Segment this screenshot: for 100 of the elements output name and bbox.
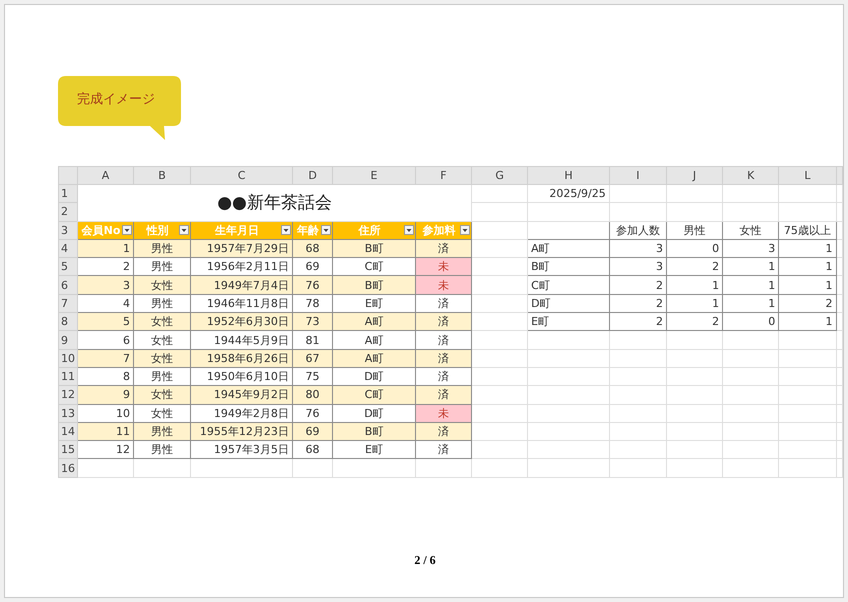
filter-button[interactable] xyxy=(179,225,190,236)
column-letter[interactable]: I xyxy=(609,166,666,184)
row-number[interactable]: 5 xyxy=(58,258,78,276)
table-cell: E町 xyxy=(332,294,416,313)
table-cell: 8 xyxy=(78,367,134,386)
table-cell: 女性 xyxy=(133,312,191,331)
row-number[interactable]: 14 xyxy=(58,422,78,441)
table-cell: 済 xyxy=(415,349,472,368)
header-label: 会員No xyxy=(80,222,122,238)
row-number[interactable]: 4 xyxy=(58,239,78,258)
row-number[interactable]: 6 xyxy=(58,276,78,294)
table-cell: 済 xyxy=(415,330,472,350)
row-number[interactable]: 11 xyxy=(58,367,78,386)
table-cell: 男性 xyxy=(133,422,191,441)
row-number[interactable]: 8 xyxy=(58,312,78,331)
column-letter[interactable]: H xyxy=(528,166,610,184)
row-number[interactable]: 1 xyxy=(58,184,78,203)
table-cell: 1956年2月11日 xyxy=(190,258,292,276)
filter-button[interactable] xyxy=(460,225,470,236)
table-cell: 1944年5月9日 xyxy=(190,330,292,350)
table-cell: 2 xyxy=(609,294,666,313)
table-cell: B町 xyxy=(528,258,610,276)
table-header: 75歳以上 xyxy=(778,221,836,240)
callout-text: 完成イメージ xyxy=(77,91,155,108)
row-number[interactable]: 15 xyxy=(58,440,78,459)
table-cell: 1 xyxy=(722,294,779,313)
table-cell: 1 xyxy=(666,294,723,313)
table-cell: 済 xyxy=(415,440,472,459)
table-cell: E町 xyxy=(332,440,416,459)
row-number[interactable]: 2 xyxy=(58,202,78,222)
table-cell: 76 xyxy=(292,404,333,422)
table-cell: 73 xyxy=(292,312,333,331)
table-cell: 済 xyxy=(415,294,472,313)
table-cell: 81 xyxy=(292,330,333,350)
header-label: 性別 xyxy=(145,222,170,238)
table-cell: 3 xyxy=(609,258,666,276)
header-label: 参加料 xyxy=(421,222,456,238)
table-cell: 1957年3月5日 xyxy=(190,440,292,459)
column-letter[interactable]: A xyxy=(78,166,134,184)
column-letter[interactable]: C xyxy=(190,166,292,184)
table-cell: 2 xyxy=(78,258,134,276)
row-number[interactable]: 12 xyxy=(58,386,78,404)
table-header: 女性 xyxy=(722,221,779,240)
table-cell: 2 xyxy=(609,276,666,294)
table-cell: B町 xyxy=(332,239,416,258)
table-cell: 80 xyxy=(292,386,333,404)
table-cell: 67 xyxy=(292,349,333,368)
row-number[interactable]: 10 xyxy=(58,349,78,368)
row-number[interactable]: 7 xyxy=(58,294,78,313)
table-cell: A町 xyxy=(332,312,416,331)
column-letter[interactable]: L xyxy=(778,166,836,184)
row-number[interactable]: 16 xyxy=(58,458,78,478)
table-cell: 1 xyxy=(778,312,836,331)
table-cell: A町 xyxy=(332,349,416,368)
table-cell: 1950年6月10日 xyxy=(190,367,292,386)
table-cell: 68 xyxy=(292,239,333,258)
table-cell: 男性 xyxy=(133,258,191,276)
column-letter[interactable]: F xyxy=(415,166,472,184)
table-cell: 2 xyxy=(666,258,723,276)
table-cell: 女性 xyxy=(133,386,191,404)
column-letter[interactable]: B xyxy=(133,166,191,184)
table-cell: 2 xyxy=(666,312,723,331)
table-cell: 1949年2月8日 xyxy=(190,404,292,422)
table-cell: 69 xyxy=(292,422,333,441)
table-cell: A町 xyxy=(332,330,416,350)
table-cell: 済 xyxy=(415,239,472,258)
table-cell: C町 xyxy=(528,276,610,294)
table-cell: 69 xyxy=(292,258,333,276)
table-cell: D町 xyxy=(332,367,416,386)
table-cell: 75 xyxy=(292,367,333,386)
row-number[interactable]: 13 xyxy=(58,404,78,422)
table-cell: 男性 xyxy=(133,440,191,459)
filter-button[interactable] xyxy=(122,225,132,236)
filter-button[interactable] xyxy=(321,225,332,236)
table-cell: A町 xyxy=(528,239,610,258)
table-cell: 女性 xyxy=(133,276,191,294)
table-cell: 0 xyxy=(666,239,723,258)
table-cell: 6 xyxy=(78,330,134,350)
table-cell: 68 xyxy=(292,440,333,459)
table-header: 参加人数 xyxy=(609,221,666,240)
table-cell: 1958年6月26日 xyxy=(190,349,292,368)
header-label: 住所 xyxy=(357,222,382,238)
table-cell: 女性 xyxy=(133,349,191,368)
filter-button[interactable] xyxy=(404,225,414,236)
table-cell: 女性 xyxy=(133,330,191,350)
table-cell: 3 xyxy=(609,239,666,258)
column-letter[interactable]: D xyxy=(292,166,333,184)
table-cell: 2 xyxy=(609,312,666,331)
filter-button[interactable] xyxy=(280,225,291,236)
column-letter[interactable]: J xyxy=(666,166,723,184)
column-letter[interactable]: G xyxy=(472,166,528,184)
table-cell: 76 xyxy=(292,276,333,294)
column-letter[interactable]: E xyxy=(332,166,416,184)
table-cell: 78 xyxy=(292,294,333,313)
row-number[interactable]: 9 xyxy=(58,330,78,350)
page-number: 2 / 6 xyxy=(414,552,436,567)
table-cell: D町 xyxy=(528,294,610,313)
column-letter[interactable]: K xyxy=(722,166,779,184)
table-cell: 男性 xyxy=(133,367,191,386)
row-number[interactable]: 3 xyxy=(58,221,78,240)
